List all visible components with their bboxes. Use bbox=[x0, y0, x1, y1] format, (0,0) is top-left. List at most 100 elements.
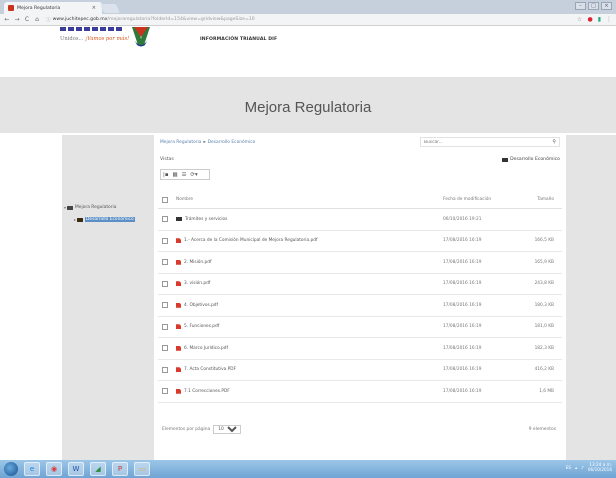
column-header-size[interactable]: Tamaño bbox=[537, 197, 554, 202]
taskbar-app-icon[interactable]: ◢ bbox=[90, 462, 106, 476]
row-name-cell[interactable]: 1.- Acerca de la Comisión Municipal de M… bbox=[176, 238, 318, 244]
row-checkbox[interactable] bbox=[162, 259, 168, 266]
home-icon[interactable]: ⌂ bbox=[34, 16, 40, 23]
new-tab-button[interactable] bbox=[99, 4, 121, 13]
table-row[interactable]: 2. Misión.pdf 17/08/2016 16:19 165,9 KB bbox=[158, 252, 562, 274]
taskbar-chrome-icon[interactable]: ◉ bbox=[46, 462, 62, 476]
left-margin bbox=[0, 133, 62, 460]
table-row[interactable]: 7. Acta Constitutiva.PDF 17/08/2016 16:19… bbox=[158, 360, 562, 381]
per-page-control: Elementos por página 10 bbox=[162, 424, 242, 434]
folder-icon bbox=[502, 157, 509, 162]
window-controls: – □ × bbox=[575, 2, 612, 10]
row-date-cell: 17/08/2016 16:19 bbox=[443, 324, 482, 330]
table-row[interactable]: 1.- Acerca de la Comisión Municipal de M… bbox=[158, 231, 562, 252]
taskbar-word-icon[interactable]: W bbox=[68, 462, 84, 476]
row-checkbox[interactable] bbox=[162, 323, 168, 330]
documents-area: ▾ Mejora Regulatoria ▸ Desarrollo Económ… bbox=[0, 133, 616, 460]
list-view-icon[interactable]: ☰ bbox=[182, 172, 187, 178]
close-tab-icon[interactable]: × bbox=[92, 5, 96, 11]
breadcrumb-root-link[interactable]: Mejora Regulatoria bbox=[160, 140, 201, 145]
browser-tab-bar: Mejora Regulatoria × – □ × bbox=[0, 0, 616, 14]
search-icon[interactable]: ⚲ bbox=[552, 139, 556, 145]
select-all-checkbox[interactable] bbox=[162, 196, 168, 203]
search-input[interactable] bbox=[424, 139, 544, 145]
caret-down-icon[interactable]: ▾ bbox=[64, 205, 66, 210]
taskbar-powerpoint-icon[interactable]: P bbox=[112, 462, 128, 476]
tray-language-icon[interactable]: ES bbox=[566, 465, 571, 470]
row-date-cell: 17/08/2016 16:19 bbox=[443, 302, 482, 308]
tray-volume-icon[interactable]: ♪ bbox=[581, 465, 584, 470]
start-button[interactable] bbox=[4, 462, 18, 476]
row-name-text: 1.- Acerca de la Comisión Municipal de M… bbox=[184, 238, 318, 244]
row-checkbox[interactable] bbox=[162, 345, 168, 352]
refresh-dropdown-icon[interactable]: ⟳▾ bbox=[190, 172, 197, 178]
minimize-button[interactable]: – bbox=[575, 2, 586, 10]
row-name-cell[interactable]: 6. Marco Jurídico.pdf bbox=[176, 345, 228, 351]
table-row[interactable]: Trámites y servicios 06/10/2016 19:21 bbox=[158, 209, 562, 231]
row-name-cell[interactable]: 3. visión.pdf bbox=[176, 281, 210, 287]
row-size-cell: 165,9 KB bbox=[534, 259, 554, 265]
row-date-cell: 17/08/2016 16:19 bbox=[443, 281, 482, 287]
breadcrumb-current-link[interactable]: Desarrollo Económico bbox=[208, 140, 256, 145]
address-bar-row: ← → C ⌂ ⓘ www.juchitepec.gob.mx/mejorare… bbox=[0, 14, 616, 26]
row-checkbox[interactable] bbox=[162, 302, 168, 309]
caret-right-icon[interactable]: ▸ bbox=[74, 217, 76, 222]
row-checkbox[interactable] bbox=[162, 216, 168, 223]
table-row[interactable]: 3. visión.pdf 17/08/2016 16:19 243,8 KB bbox=[158, 274, 562, 295]
reload-icon[interactable]: C bbox=[24, 16, 30, 23]
per-page-select[interactable]: 10 bbox=[213, 424, 242, 434]
url-field[interactable]: ⓘ www.juchitepec.gob.mx/mejoraregulatori… bbox=[46, 17, 255, 23]
pdf-file-icon bbox=[176, 324, 181, 330]
row-date-cell: 17/08/2016 16:19 bbox=[443, 238, 482, 244]
table-row[interactable]: 4. Objetivos.pdf 17/08/2016 16:19 180,3 KB bbox=[158, 295, 562, 317]
row-checkbox[interactable] bbox=[162, 280, 168, 287]
column-header-name[interactable]: Nombre bbox=[176, 197, 193, 202]
info-view-icon[interactable]: |▪ bbox=[163, 172, 168, 178]
maximize-button[interactable]: □ bbox=[588, 2, 599, 10]
row-date-cell: 17/08/2016 16:19 bbox=[443, 367, 482, 373]
extension-icon-2[interactable]: ▮ bbox=[598, 16, 601, 23]
site-slogan: Unidos... ¡Vamos por más! bbox=[60, 36, 129, 42]
per-page-label: Elementos por página bbox=[162, 426, 211, 432]
table-row[interactable]: 7.1 Correcciones.PDF 17/08/2016 16:19 1,6 … bbox=[158, 381, 562, 403]
pdf-file-icon bbox=[176, 281, 181, 287]
row-date-cell: 17/08/2016 16:19 bbox=[443, 388, 482, 394]
right-margin-panel bbox=[566, 135, 616, 460]
pdf-file-icon bbox=[176, 367, 181, 373]
current-folder-indicator: Desarrollo Económico bbox=[502, 157, 560, 162]
row-name-cell[interactable]: 4. Objetivos.pdf bbox=[176, 302, 218, 308]
pdf-file-icon bbox=[176, 259, 181, 265]
row-name-cell[interactable]: 2. Misión.pdf bbox=[176, 259, 212, 265]
row-name-cell[interactable]: 7.1 Correcciones.PDF bbox=[176, 388, 230, 394]
nav-link-informacion-trianual[interactable]: INFORMACIÓN TRIANUAL DIF bbox=[200, 37, 277, 42]
table-row[interactable]: 6. Marco Jurídico.pdf 17/08/2016 16:19 182… bbox=[158, 338, 562, 360]
tree-item-mejora-regulatoria[interactable]: ▾ Mejora Regulatoria bbox=[64, 205, 116, 210]
star-icon[interactable]: ☆ bbox=[577, 16, 582, 23]
close-window-button[interactable]: × bbox=[601, 2, 612, 10]
menu-icon[interactable]: ⋮ bbox=[606, 16, 612, 23]
slogan-prefix: Unidos... bbox=[60, 36, 86, 42]
taskbar-ie-icon[interactable]: e bbox=[24, 462, 40, 476]
grid-view-icon[interactable]: ▦ bbox=[172, 172, 177, 178]
row-date-cell: 17/08/2016 16:19 bbox=[443, 345, 482, 351]
row-name-cell[interactable]: Trámites y servicios bbox=[176, 217, 227, 222]
table-row[interactable]: 5. Funciones.pdf 17/08/2016 16:19 181,0 KB bbox=[158, 317, 562, 338]
tray-network-icon[interactable]: ▴ bbox=[575, 465, 577, 470]
back-arrow-icon[interactable]: ← bbox=[4, 16, 10, 23]
browser-toolbar-icons: ☆ ● ▮ ⋮ bbox=[577, 16, 612, 23]
tree-item-desarrollo-economico[interactable]: ▸ Desarrollo Económico bbox=[74, 217, 135, 222]
forward-arrow-icon[interactable]: → bbox=[14, 16, 20, 23]
row-size-cell: 182,3 KB bbox=[534, 345, 554, 351]
row-checkbox[interactable] bbox=[162, 366, 168, 373]
system-clock[interactable]: 13:24 a.m. 06/10/2016 bbox=[588, 462, 612, 472]
pagination-footer: Elementos por página 10 9 elementos bbox=[158, 419, 562, 439]
row-checkbox[interactable] bbox=[162, 388, 168, 395]
extension-icon[interactable]: ● bbox=[587, 16, 592, 23]
column-header-date[interactable]: Fecha de modificación bbox=[443, 197, 491, 202]
row-name-text: 5. Funciones.pdf bbox=[184, 324, 220, 330]
taskbar-folder-icon[interactable]: ▭ bbox=[134, 462, 150, 476]
browser-tab[interactable]: Mejora Regulatoria × bbox=[4, 2, 102, 14]
row-name-cell[interactable]: 5. Funciones.pdf bbox=[176, 324, 220, 330]
row-name-cell[interactable]: 7. Acta Constitutiva.PDF bbox=[176, 367, 236, 373]
row-checkbox[interactable] bbox=[162, 237, 168, 244]
